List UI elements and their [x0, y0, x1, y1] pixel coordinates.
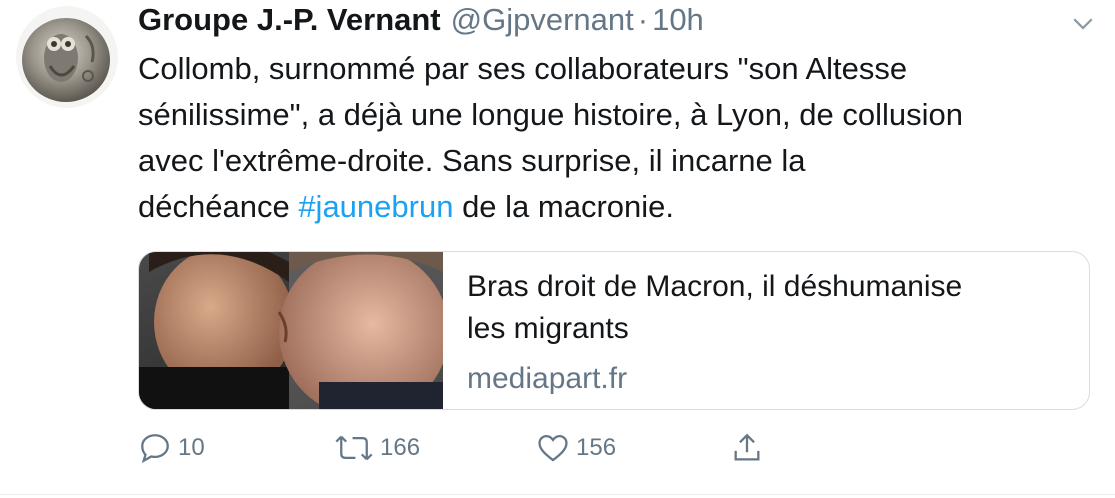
tweet[interactable]: Groupe J.-P. Vernant @Gjpvernant · 10h C…: [0, 0, 1115, 498]
timestamp[interactable]: 10h: [652, 2, 704, 38]
card-domain: mediapart.fr: [467, 362, 628, 395]
card-title: les migrants: [467, 312, 629, 345]
card-title: Bras droit de Macron, il déshumanise: [467, 270, 963, 303]
tweet-actions: 10 166 156: [138, 428, 1098, 468]
owl-coin-avatar-icon: [16, 6, 118, 108]
link-card[interactable]: Bras droit de Macron, il déshumanise les…: [138, 251, 1090, 410]
tweet-text-line: sénilissime", a déjà une longue histoire…: [138, 97, 963, 132]
display-name[interactable]: Groupe J.-P. Vernant: [138, 2, 441, 38]
hashtag-link[interactable]: #jaunebrun: [298, 189, 453, 224]
divider: [0, 494, 1115, 495]
share-button[interactable]: [730, 428, 764, 468]
card-image: [139, 252, 443, 409]
card-photo: [139, 252, 443, 409]
like-count: 156: [576, 434, 617, 461]
retweet-icon: [335, 435, 373, 461]
tweet-text-segment: de la macronie.: [453, 189, 675, 224]
tweet-text-line: Collomb, surnommé par ses collaborateurs…: [138, 51, 908, 86]
tweet-text: Collomb, surnommé par ses collaborateurs…: [138, 46, 1098, 230]
tweet-text-line: avec l'extrême-droite. Sans surprise, il…: [138, 143, 806, 178]
chevron-down-icon[interactable]: [1068, 8, 1098, 38]
handle[interactable]: @Gjpvernant: [451, 2, 634, 38]
tweet-content: Groupe J.-P. Vernant @Gjpvernant · 10h C…: [138, 0, 1098, 464]
heart-icon: [538, 434, 568, 462]
separator-dot: ·: [637, 2, 649, 37]
reply-button[interactable]: 10: [138, 428, 205, 468]
card-text: Bras droit de Macron, il déshumanise les…: [443, 252, 962, 409]
retweet-button[interactable]: 166: [334, 428, 420, 468]
like-button[interactable]: 156: [536, 428, 616, 468]
avatar[interactable]: [16, 6, 118, 108]
tweet-header: Groupe J.-P. Vernant @Gjpvernant · 10h: [138, 0, 1098, 42]
tweet-text-line: déchéance #jaunebrun de la macronie.: [138, 184, 1098, 230]
reply-icon: [141, 434, 169, 464]
share-icon: [734, 433, 760, 461]
tweet-text-segment: déchéance: [138, 189, 299, 224]
retweet-count: 166: [380, 434, 421, 461]
reply-count: 10: [178, 434, 205, 461]
